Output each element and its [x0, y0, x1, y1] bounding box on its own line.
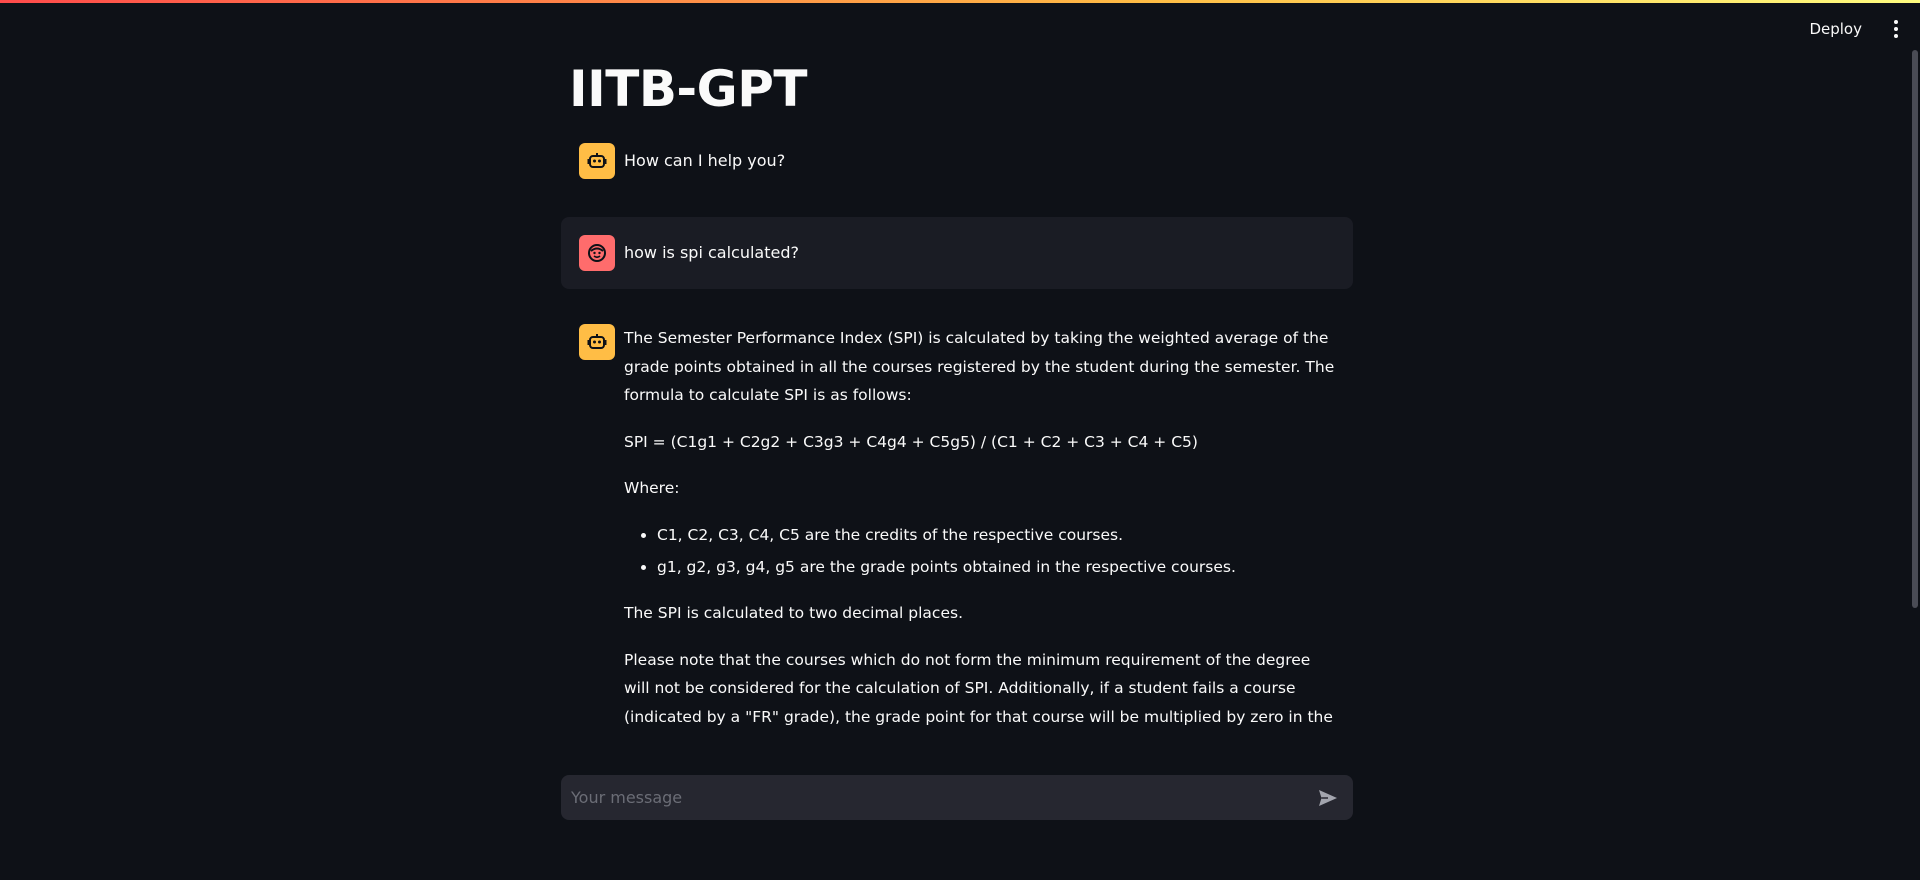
bullet-list: C1, C2, C3, C4, C5 are the credits of th… [624, 521, 1335, 582]
formula-paragraph: SPI = (C1g1 + C2g2 + C3g3 + C4g4 + C5g5)… [624, 432, 1198, 451]
send-icon[interactable] [1313, 783, 1343, 813]
list-item: g1, g2, g3, g4, g5 are the grade points … [657, 553, 1335, 582]
more-vertical-icon[interactable] [1884, 14, 1908, 44]
message-text: How can I help you? [624, 143, 1335, 179]
smiley-face-icon [579, 235, 615, 271]
message-paragraph: Where: [624, 479, 680, 497]
chat-message-assistant: The Semester Performance Index (SPI) is … [561, 324, 1353, 749]
chat-message-user: how is spi calculated? [561, 217, 1353, 289]
message-paragraph: Please note that the courses which do no… [624, 650, 1333, 726]
robot-icon [579, 143, 615, 179]
chat-input-bar [561, 775, 1353, 820]
deploy-button[interactable]: Deploy [1797, 14, 1874, 44]
message-content: How can I help you? [624, 151, 786, 170]
message-paragraph: The SPI is calculated to two decimal pla… [624, 604, 963, 622]
message-content: how is spi calculated? [624, 243, 799, 262]
message-paragraph: The Semester Performance Index (SPI) is … [624, 329, 1335, 404]
page-title: IITB-GPT [569, 60, 807, 118]
top-decoration-bar [0, 0, 1920, 3]
chat-message-input[interactable] [571, 788, 1313, 807]
header-toolbar: Deploy [1797, 14, 1908, 44]
message-text: The Semester Performance Index (SPI) is … [624, 324, 1335, 749]
list-item: C1, C2, C3, C4, C5 are the credits of th… [657, 521, 1335, 550]
chat-message-assistant: How can I help you? [561, 143, 1353, 179]
scrollbar[interactable] [1912, 50, 1918, 608]
robot-icon [579, 324, 615, 360]
message-text: how is spi calculated? [624, 235, 1335, 289]
